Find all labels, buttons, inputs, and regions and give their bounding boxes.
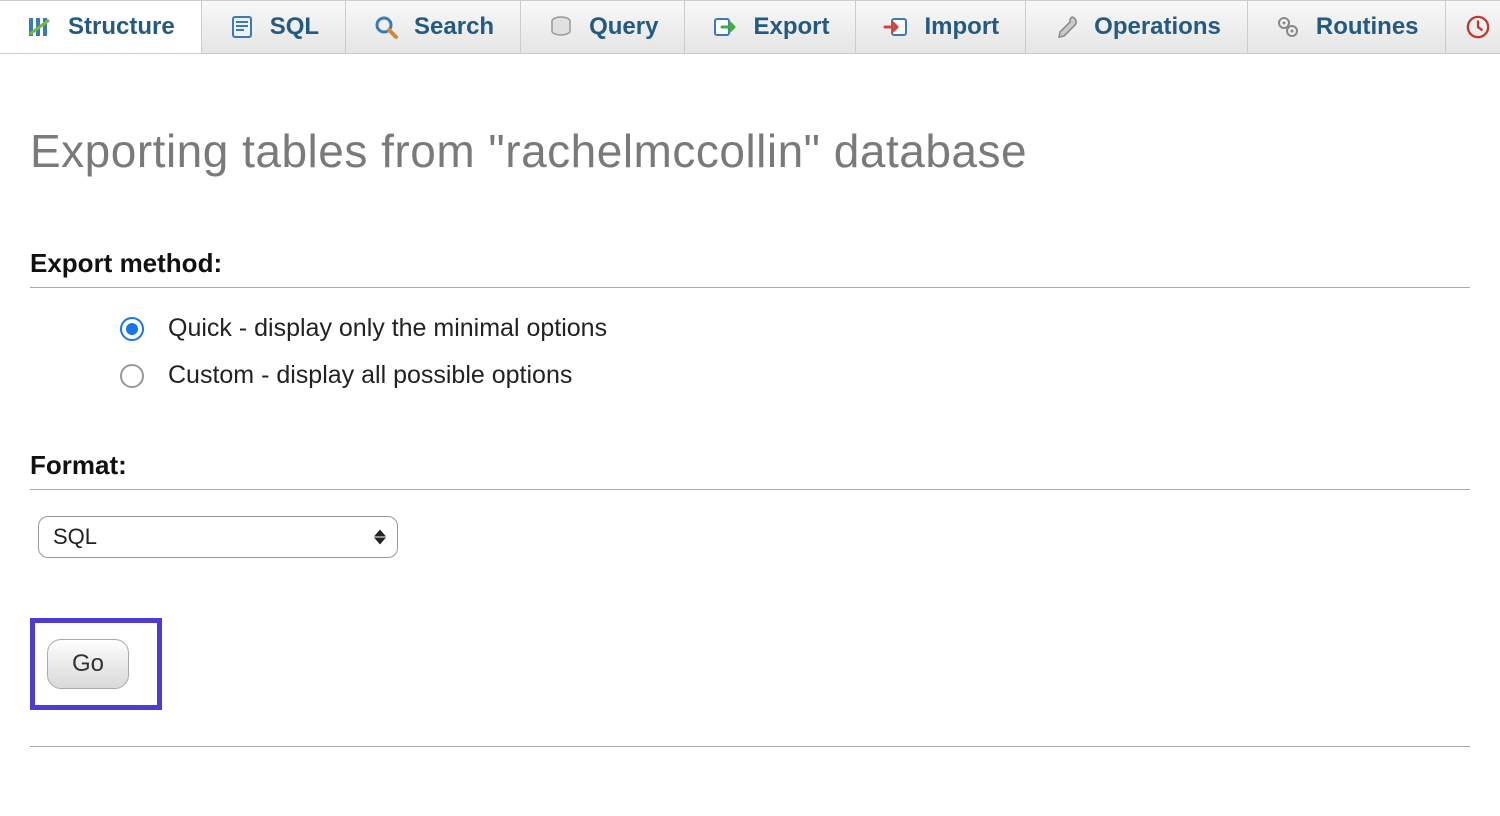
divider xyxy=(30,489,1470,490)
footer-divider xyxy=(30,746,1470,747)
tab-label: Search xyxy=(414,13,494,41)
export-method-custom[interactable]: Custom - display all possible options xyxy=(120,361,1470,390)
operations-icon xyxy=(1052,13,1080,41)
export-icon xyxy=(711,13,739,41)
tab-search[interactable]: Search xyxy=(346,1,521,53)
radio-custom-label: Custom - display all possible options xyxy=(168,361,572,390)
divider xyxy=(30,287,1470,288)
radio-custom-input[interactable] xyxy=(120,364,144,388)
sql-icon xyxy=(228,13,256,41)
go-button[interactable]: Go xyxy=(47,639,129,689)
tab-more[interactable] xyxy=(1446,1,1500,53)
format-selected-value: SQL xyxy=(53,524,97,550)
tab-label: SQL xyxy=(270,13,319,41)
tab-label: Operations xyxy=(1094,13,1221,41)
format-section: Format: SQL xyxy=(30,450,1470,558)
tab-operations[interactable]: Operations xyxy=(1026,1,1248,53)
tab-query[interactable]: Query xyxy=(521,1,685,53)
tab-import[interactable]: Import xyxy=(856,1,1026,53)
tab-routines[interactable]: Routines xyxy=(1248,1,1446,53)
tab-export[interactable]: Export xyxy=(685,1,856,53)
page-title: Exporting tables from "rachelmccollin" d… xyxy=(30,124,1470,178)
go-highlight-box: Go xyxy=(30,618,162,710)
search-icon xyxy=(372,13,400,41)
format-select-wrap: SQL xyxy=(38,516,398,558)
tab-label: Import xyxy=(924,13,999,41)
clock-icon xyxy=(1464,13,1492,41)
routines-icon xyxy=(1274,13,1302,41)
format-header: Format: xyxy=(30,450,1470,481)
radio-quick-label: Quick - display only the minimal options xyxy=(168,314,607,343)
structure-icon xyxy=(26,13,54,41)
tab-sql[interactable]: SQL xyxy=(202,1,346,53)
export-method-section: Export method: Quick - display only the … xyxy=(30,248,1470,390)
format-select[interactable]: SQL xyxy=(38,516,398,558)
page-content: Exporting tables from "rachelmccollin" d… xyxy=(0,54,1500,747)
query-icon xyxy=(547,13,575,41)
tab-label: Routines xyxy=(1316,13,1419,41)
tab-label: Structure xyxy=(68,13,175,41)
export-method-radios: Quick - display only the minimal options… xyxy=(120,314,1470,390)
select-caret-icon xyxy=(374,530,386,545)
export-method-quick[interactable]: Quick - display only the minimal options xyxy=(120,314,1470,343)
top-tabs: Structure SQL Search Query Export Import xyxy=(0,0,1500,54)
radio-quick-input[interactable] xyxy=(120,317,144,341)
export-method-header: Export method: xyxy=(30,248,1470,279)
import-icon xyxy=(882,13,910,41)
tab-structure[interactable]: Structure xyxy=(0,1,202,53)
tab-label: Export xyxy=(753,13,829,41)
tab-label: Query xyxy=(589,13,658,41)
